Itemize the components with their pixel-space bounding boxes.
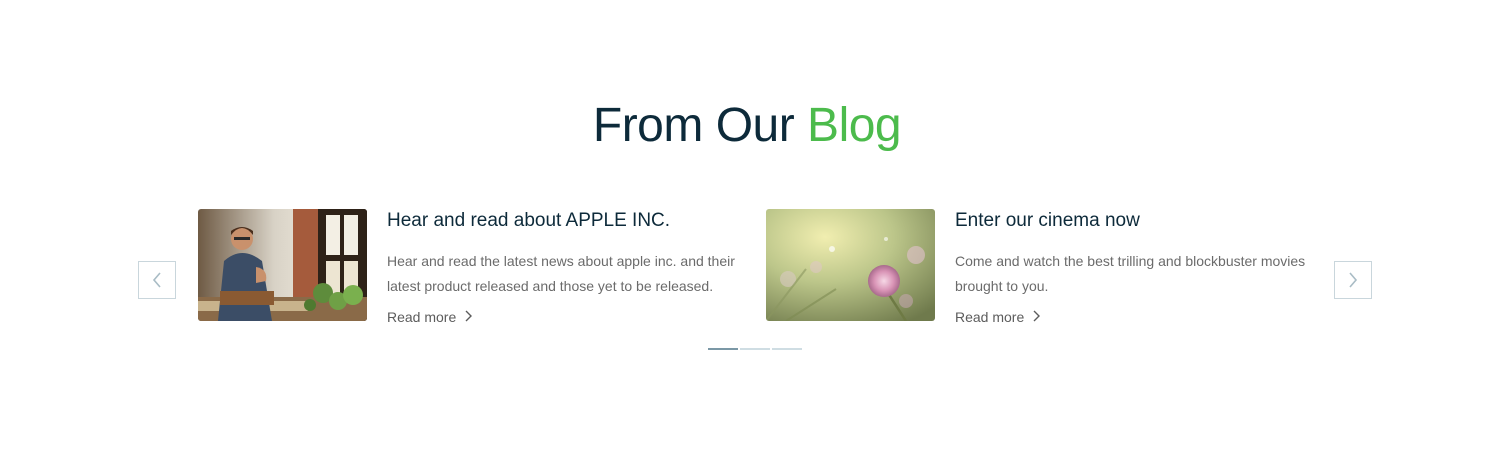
carousel-pagination <box>708 348 802 350</box>
blog-post-card: Enter our cinema now Come and watch the … <box>766 209 1311 329</box>
title-main: From Our <box>592 99 808 152</box>
post-title[interactable]: Hear and read about APPLE INC. <box>387 209 670 233</box>
carousel-next-button[interactable] <box>1334 261 1372 299</box>
carousel-dot-2[interactable] <box>740 348 770 350</box>
man-at-workbench-photo <box>198 209 367 321</box>
carousel-dot-3[interactable] <box>772 348 802 350</box>
read-more-link[interactable]: Read more <box>955 307 1041 327</box>
section-title: From Our Blog <box>0 98 1494 154</box>
read-more-label: Read more <box>387 309 457 325</box>
chevron-right-icon <box>1348 272 1358 288</box>
post-title[interactable]: Enter our cinema now <box>955 209 1140 233</box>
chevron-right-icon <box>1033 307 1041 327</box>
carousel-dot-1[interactable] <box>708 348 738 350</box>
post-thumbnail[interactable] <box>198 209 367 321</box>
pink-flower-photo <box>766 209 935 321</box>
read-more-label: Read more <box>955 309 1025 325</box>
chevron-left-icon <box>152 272 162 288</box>
read-more-link[interactable]: Read more <box>387 307 473 327</box>
post-excerpt: Hear and read the latest news about appl… <box>387 253 735 294</box>
chevron-right-icon <box>465 307 473 327</box>
carousel-prev-button[interactable] <box>138 261 176 299</box>
post-excerpt: Come and watch the best trilling and blo… <box>955 253 1306 294</box>
title-accent: Blog <box>807 99 902 152</box>
post-thumbnail[interactable] <box>766 209 935 321</box>
blog-post-card: Hear and read about APPLE INC. Hear and … <box>198 209 743 329</box>
